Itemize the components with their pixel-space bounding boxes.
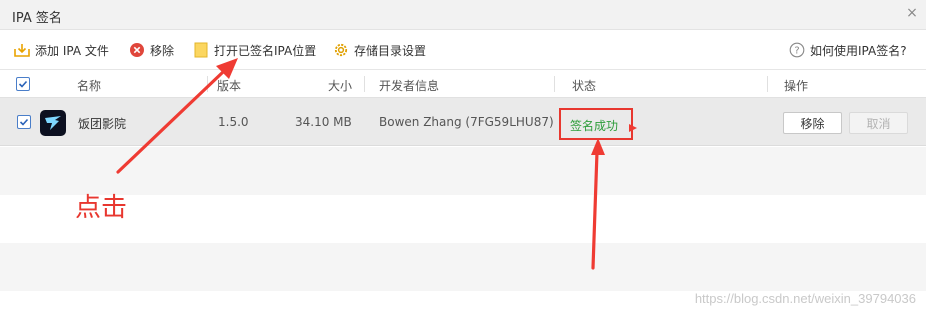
empty-row: [0, 195, 926, 243]
header-divider: [767, 76, 768, 92]
header-name: 名称: [77, 79, 102, 93]
close-icon[interactable]: ×: [904, 5, 920, 21]
remove-label: 移除: [150, 43, 175, 58]
empty-row: [0, 147, 926, 195]
empty-row: [0, 243, 926, 291]
storage-settings-label: 存储目录设置: [354, 43, 427, 58]
remove-button[interactable]: 移除: [129, 41, 174, 59]
table-header: 名称 版本 大小 开发者信息 状态 操作: [0, 70, 926, 98]
open-signed-location-button[interactable]: 打开已签名IPA位置: [193, 41, 316, 59]
select-all-checkbox[interactable]: [16, 77, 30, 91]
header-divider: [364, 76, 365, 92]
add-ipa-button[interactable]: 添加 IPA 文件: [14, 41, 109, 59]
help-circle-icon: ?: [789, 42, 805, 58]
svg-text:?: ?: [794, 46, 799, 57]
add-ipa-label: 添加 IPA 文件: [35, 43, 109, 58]
storage-settings-button[interactable]: 存储目录设置: [333, 41, 426, 59]
title-bar: IPA 签名 ×: [0, 0, 926, 30]
status-badge: 签名成功: [570, 119, 619, 133]
remove-circle-icon: [129, 42, 145, 58]
row-cancel-button[interactable]: 取消: [849, 112, 908, 134]
row-checkbox[interactable]: [17, 115, 31, 129]
developer-info: Bowen Zhang (7FG59LHU87): [379, 115, 554, 129]
app-version: 1.5.0: [218, 115, 249, 129]
header-developer: 开发者信息: [379, 79, 440, 93]
watermark: https://blog.csdn.net/weixin_39794036: [694, 291, 916, 306]
header-version: 版本: [217, 79, 242, 93]
help-link[interactable]: ? 如何使用IPA签名?: [789, 41, 907, 59]
folder-icon: [193, 42, 209, 58]
click-annotation: 点击: [75, 193, 128, 223]
app-logo-icon: [40, 110, 66, 136]
download-icon: [14, 42, 30, 58]
header-size: 大小: [328, 79, 353, 93]
checkmark-icon: [18, 80, 28, 88]
header-divider: [554, 76, 555, 92]
toolbar: 添加 IPA 文件 移除 打开已签名IPA位置 存储目录设置 ? 如何使用IPA…: [0, 30, 926, 70]
header-divider: [207, 76, 208, 92]
app-size: 34.10 MB: [295, 115, 352, 129]
app-name: 饭团影院: [78, 117, 127, 131]
help-label: 如何使用IPA签名?: [810, 43, 907, 58]
open-signed-location-label: 打开已签名IPA位置: [214, 43, 317, 58]
gear-icon: [333, 42, 349, 58]
header-status: 状态: [572, 79, 597, 93]
row-remove-button[interactable]: 移除: [783, 112, 842, 134]
window-title: IPA 签名: [12, 11, 62, 26]
checkmark-icon: [19, 118, 29, 126]
header-actions: 操作: [784, 79, 809, 93]
